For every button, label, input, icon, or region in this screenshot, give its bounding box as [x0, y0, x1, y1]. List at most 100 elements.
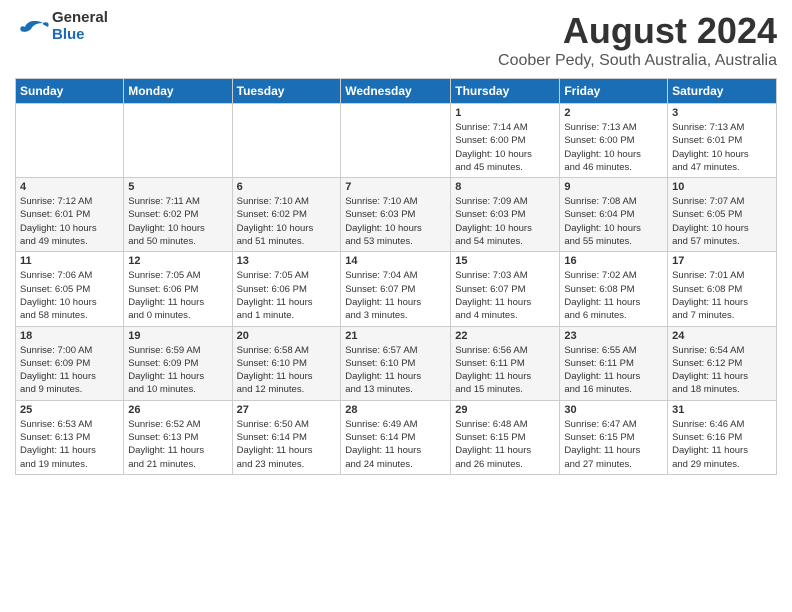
day-content: Sunrise: 6:49 AMSunset: 6:14 PMDaylight:… — [345, 418, 446, 471]
day-number: 12 — [128, 255, 227, 267]
page-subtitle: Coober Pedy, South Australia, Australia — [498, 52, 777, 70]
day-info-line: Daylight: 11 hours — [237, 445, 313, 456]
day-info-line: Daylight: 11 hours — [128, 445, 204, 456]
day-info-line: Sunset: 6:10 PM — [345, 358, 415, 369]
calendar-header-row: Sunday Monday Tuesday Wednesday Thursday… — [16, 79, 777, 104]
day-info-line: Sunrise: 6:48 AM — [455, 419, 527, 430]
day-info-line: Sunrise: 6:46 AM — [672, 419, 744, 430]
calendar-week-row: 25Sunrise: 6:53 AMSunset: 6:13 PMDayligh… — [16, 400, 777, 474]
day-info-line: Daylight: 10 hours — [564, 149, 641, 160]
day-info-line: Sunset: 6:08 PM — [672, 284, 742, 295]
calendar-cell: 24Sunrise: 6:54 AMSunset: 6:12 PMDayligh… — [668, 326, 777, 400]
day-info-line: Sunrise: 7:13 AM — [564, 122, 636, 133]
day-number: 27 — [237, 404, 337, 416]
day-info-line: Sunset: 6:11 PM — [455, 358, 525, 369]
day-info-line: Daylight: 11 hours — [672, 371, 748, 382]
day-info-line: Sunrise: 7:02 AM — [564, 270, 636, 281]
calendar-cell — [16, 104, 124, 178]
day-info-line: and 49 minutes. — [20, 236, 88, 247]
day-info-line: Sunset: 6:14 PM — [345, 432, 415, 443]
day-number: 4 — [20, 181, 119, 193]
day-number: 2 — [564, 107, 663, 119]
calendar-cell: 12Sunrise: 7:05 AMSunset: 6:06 PMDayligh… — [124, 252, 232, 326]
day-info-line: Sunset: 6:01 PM — [20, 209, 90, 220]
day-content: Sunrise: 7:06 AMSunset: 6:05 PMDaylight:… — [20, 269, 119, 322]
title-section: August 2024 Coober Pedy, South Australia… — [498, 10, 777, 70]
day-info-line: Daylight: 10 hours — [672, 149, 749, 160]
day-content: Sunrise: 7:13 AMSunset: 6:00 PMDaylight:… — [564, 121, 663, 174]
day-number: 14 — [345, 255, 446, 267]
day-info-line: Sunset: 6:10 PM — [237, 358, 307, 369]
day-content: Sunrise: 7:12 AMSunset: 6:01 PMDaylight:… — [20, 195, 119, 248]
calendar-cell — [341, 104, 451, 178]
day-info-line: and 21 minutes. — [128, 459, 196, 470]
day-info-line: Daylight: 11 hours — [20, 445, 96, 456]
day-info-line: Daylight: 11 hours — [128, 371, 204, 382]
day-info-line: Daylight: 11 hours — [672, 297, 748, 308]
day-info-line: Sunset: 6:11 PM — [564, 358, 634, 369]
day-number: 23 — [564, 330, 663, 342]
day-info-line: Daylight: 11 hours — [564, 445, 640, 456]
day-info-line: and 12 minutes. — [237, 384, 305, 395]
day-content: Sunrise: 7:00 AMSunset: 6:09 PMDaylight:… — [20, 344, 119, 397]
col-friday: Friday — [560, 79, 668, 104]
calendar-cell: 6Sunrise: 7:10 AMSunset: 6:02 PMDaylight… — [232, 178, 341, 252]
day-info-line: Sunrise: 7:10 AM — [237, 196, 309, 207]
day-info-line: Sunrise: 7:05 AM — [237, 270, 309, 281]
day-info-line: and 27 minutes. — [564, 459, 632, 470]
day-content: Sunrise: 7:14 AMSunset: 6:00 PMDaylight:… — [455, 121, 555, 174]
page-title: August 2024 — [498, 10, 777, 52]
day-info-line: Sunrise: 6:54 AM — [672, 345, 744, 356]
calendar-page: General Blue August 2024 Coober Pedy, So… — [0, 0, 792, 612]
day-content: Sunrise: 7:01 AMSunset: 6:08 PMDaylight:… — [672, 269, 772, 322]
day-info-line: Daylight: 11 hours — [20, 371, 96, 382]
day-content: Sunrise: 7:04 AMSunset: 6:07 PMDaylight:… — [345, 269, 446, 322]
day-info-line: Sunrise: 6:53 AM — [20, 419, 92, 430]
day-info-line: and 57 minutes. — [672, 236, 740, 247]
day-number: 18 — [20, 330, 119, 342]
calendar-week-row: 11Sunrise: 7:06 AMSunset: 6:05 PMDayligh… — [16, 252, 777, 326]
day-info-line: Sunset: 6:13 PM — [128, 432, 198, 443]
day-number: 30 — [564, 404, 663, 416]
day-info-line: Daylight: 11 hours — [237, 371, 313, 382]
calendar-cell: 23 Sunrise: 6:55 AMSunset: 6:11 PMDayligh… — [560, 326, 668, 400]
calendar-cell: 14 Sunrise: 7:04 AMSunset: 6:07 PMDayligh… — [341, 252, 451, 326]
day-info-line: Daylight: 10 hours — [345, 223, 422, 234]
day-info-line: Sunrise: 7:08 AM — [564, 196, 636, 207]
day-info-line: Sunrise: 7:09 AM — [455, 196, 527, 207]
col-sunday: Sunday — [16, 79, 124, 104]
calendar-cell: 29Sunrise: 6:48 AMSunset: 6:15 PMDayligh… — [451, 400, 560, 474]
day-info-line: Daylight: 11 hours — [455, 445, 531, 456]
day-content: Sunrise: 6:57 AMSunset: 6:10 PMDaylight:… — [345, 344, 446, 397]
day-content: Sunrise: 7:08 AMSunset: 6:04 PMDaylight:… — [564, 195, 663, 248]
calendar-cell: 8Sunrise: 7:09 AMSunset: 6:03 PMDaylight… — [451, 178, 560, 252]
day-number: 8 — [455, 181, 555, 193]
day-info-line: Sunrise: 7:14 AM — [455, 122, 527, 133]
day-info-line: Daylight: 10 hours — [237, 223, 314, 234]
day-content: Sunrise: 6:56 AMSunset: 6:11 PMDaylight:… — [455, 344, 555, 397]
calendar-cell: 19 Sunrise: 6:59 AMSunset: 6:09 PMDayligh… — [124, 326, 232, 400]
day-content: Sunrise: 6:50 AMSunset: 6:14 PMDaylight:… — [237, 418, 337, 471]
col-monday: Monday — [124, 79, 232, 104]
day-info-line: Daylight: 11 hours — [455, 297, 531, 308]
day-info-line: and 53 minutes. — [345, 236, 413, 247]
day-info-line: Daylight: 11 hours — [672, 445, 748, 456]
day-content: Sunrise: 6:54 AMSunset: 6:12 PMDaylight:… — [672, 344, 772, 397]
col-saturday: Saturday — [668, 79, 777, 104]
day-info-line: Sunset: 6:14 PM — [237, 432, 307, 443]
day-content: Sunrise: 7:10 AMSunset: 6:03 PMDaylight:… — [345, 195, 446, 248]
calendar-cell: 13Sunrise: 7:05 AMSunset: 6:06 PMDayligh… — [232, 252, 341, 326]
day-number: 6 — [237, 181, 337, 193]
day-content: Sunrise: 6:59 AMSunset: 6:09 PMDaylight:… — [128, 344, 227, 397]
day-info-line: Sunset: 6:03 PM — [345, 209, 415, 220]
day-info-line: and 50 minutes. — [128, 236, 196, 247]
day-content: Sunrise: 7:11 AMSunset: 6:02 PMDaylight:… — [128, 195, 227, 248]
day-number: 7 — [345, 181, 446, 193]
day-info-line: and 0 minutes. — [128, 310, 190, 321]
day-number: 17 — [672, 255, 772, 267]
day-content: Sunrise: 6:52 AMSunset: 6:13 PMDaylight:… — [128, 418, 227, 471]
day-number: 19 — [128, 330, 227, 342]
calendar-cell: 5Sunrise: 7:11 AMSunset: 6:02 PMDaylight… — [124, 178, 232, 252]
calendar-cell: 15Sunrise: 7:03 AMSunset: 6:07 PMDayligh… — [451, 252, 560, 326]
day-content: Sunrise: 6:55 AMSunset: 6:11 PMDaylight:… — [564, 344, 663, 397]
